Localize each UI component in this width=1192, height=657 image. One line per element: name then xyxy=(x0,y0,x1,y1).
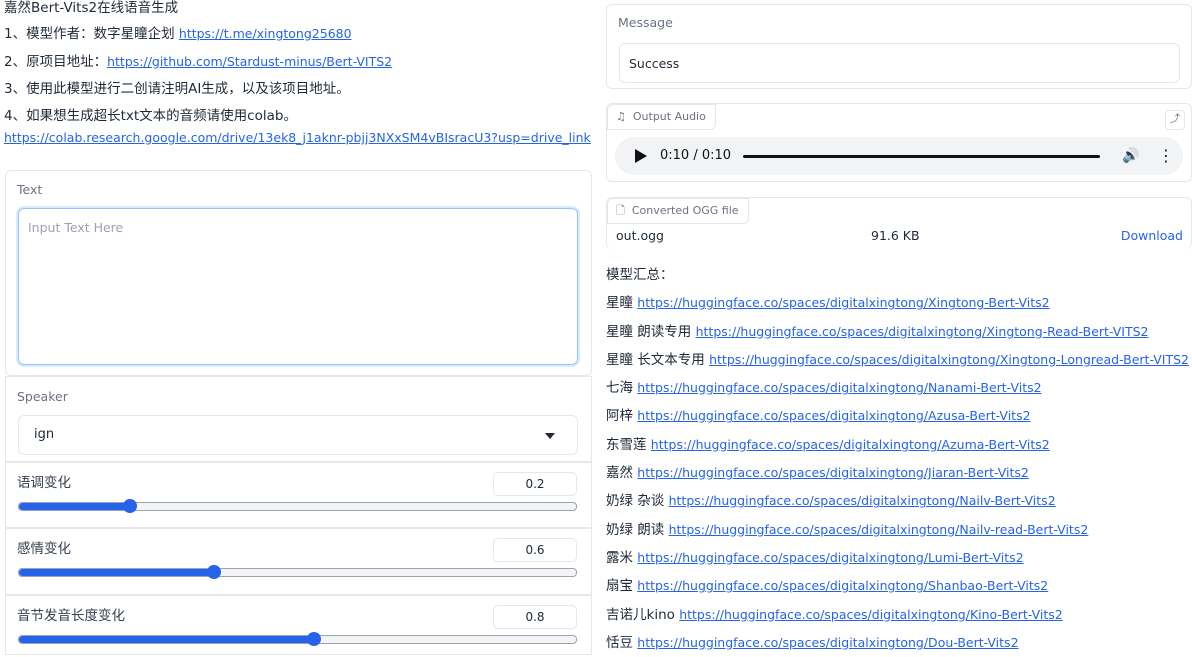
more-options-icon[interactable]: ⋮ xyxy=(1158,147,1174,165)
model-link[interactable]: https://huggingface.co/spaces/digitalxin… xyxy=(637,635,1018,650)
file-icon: 🗋 xyxy=(616,204,625,217)
author-link[interactable]: https://t.me/xingtong25680 xyxy=(179,26,352,41)
models-list: 模型汇总： 星瞳 https://huggingface.co/spaces/d… xyxy=(606,262,1192,657)
text-panel: Text Input Text Here xyxy=(5,170,592,376)
slider-pitch-input[interactable]: 0.2 xyxy=(493,472,577,496)
model-link[interactable]: https://huggingface.co/spaces/digitalxin… xyxy=(637,550,1023,565)
message-panel: Message Success xyxy=(606,4,1192,89)
model-link[interactable]: https://huggingface.co/spaces/digitalxin… xyxy=(696,324,1149,339)
slider-emotion-label: 感情变化 xyxy=(17,541,71,557)
message-label: Message xyxy=(618,15,673,30)
slider-pitch: 语调变化 0.2 xyxy=(5,462,592,528)
model-item: 星瞳 长文本专用 https://huggingface.co/spaces/d… xyxy=(606,351,1189,368)
model-link[interactable]: https://huggingface.co/spaces/digitalxin… xyxy=(637,408,1030,423)
file-size: 91.6 KB xyxy=(871,228,920,243)
model-link[interactable]: https://huggingface.co/spaces/digitalxin… xyxy=(669,522,1089,537)
output-audio-panel: ♫ Output Audio ⤴ 0:10 / 0:10 🔊 ⋮ xyxy=(606,103,1192,182)
slider-emotion-track[interactable] xyxy=(18,565,577,579)
message-output[interactable]: Success xyxy=(619,43,1180,83)
model-link[interactable]: https://huggingface.co/spaces/digitalxin… xyxy=(679,607,1063,622)
models-heading: 模型汇总： xyxy=(606,267,674,283)
model-link[interactable]: https://huggingface.co/spaces/digitalxin… xyxy=(709,352,1189,367)
slider-duration-input[interactable]: 0.8 xyxy=(493,605,577,629)
repo-link[interactable]: https://github.com/Stardust-minus/Bert-V… xyxy=(107,54,392,69)
download-link[interactable]: Download xyxy=(1121,228,1183,243)
intro-line-4: 4、如果想生成超长txt文本的音频请使用colab。 xyxy=(4,108,297,124)
model-item: 星瞳 https://huggingface.co/spaces/digital… xyxy=(606,295,1050,312)
model-item: 吉诺儿kino https://huggingface.co/spaces/di… xyxy=(606,606,1063,623)
model-link[interactable]: https://huggingface.co/spaces/digitalxin… xyxy=(637,578,1048,593)
speaker-label: Speaker xyxy=(17,389,68,404)
speaker-dropdown[interactable]: ign xyxy=(18,415,578,455)
music-note-icon: ♫ xyxy=(616,110,626,123)
play-icon[interactable] xyxy=(635,149,647,163)
converted-file-panel: 🗋 Converted OGG file out.ogg 91.6 KB Dow… xyxy=(606,197,1192,249)
model-item: 星瞳 朗读专用 https://huggingface.co/spaces/di… xyxy=(606,323,1149,340)
slider-pitch-label: 语调变化 xyxy=(17,475,71,491)
model-item: 嘉然 https://huggingface.co/spaces/digital… xyxy=(606,465,1029,482)
model-link[interactable]: https://huggingface.co/spaces/digitalxin… xyxy=(637,465,1029,480)
share-icon[interactable]: ⤴ xyxy=(1165,110,1185,130)
slider-duration-thumb[interactable] xyxy=(307,632,322,646)
model-link[interactable]: https://huggingface.co/spaces/digitalxin… xyxy=(637,380,1041,395)
audio-player[interactable]: 0:10 / 0:10 🔊 ⋮ xyxy=(615,137,1183,175)
left-column: 嘉然Bert-Vits2在线语音生成 1、模型作者：数字星瞳企划 https:/… xyxy=(0,0,592,655)
model-item: 扇宝 https://huggingface.co/spaces/digital… xyxy=(606,578,1049,595)
volume-icon[interactable]: 🔊 xyxy=(1122,148,1139,164)
intro-line-1: 1、模型作者：数字星瞳企划 https://t.me/xingtong25680 xyxy=(4,26,352,42)
speaker-value: ign xyxy=(34,427,55,442)
slider-pitch-thumb[interactable] xyxy=(123,499,138,513)
model-link[interactable]: https://huggingface.co/spaces/digitalxin… xyxy=(651,437,1050,452)
slider-emotion-thumb[interactable] xyxy=(206,565,221,579)
intro-line-2: 2、原项目地址：https://github.com/Stardust-minu… xyxy=(4,54,393,70)
slider-duration-label: 音节发音长度变化 xyxy=(17,608,125,624)
intro-line-3: 3、使用此模型进行二创请注明AI生成，以及该项目地址。 xyxy=(4,81,350,97)
file-row: out.ogg 91.6 KB Download xyxy=(616,228,1183,243)
speaker-panel: Speaker ign xyxy=(5,376,592,462)
model-item: 恬豆 https://huggingface.co/spaces/digital… xyxy=(606,634,1019,651)
text-input[interactable]: Input Text Here xyxy=(18,208,578,365)
file-name: out.ogg xyxy=(616,228,664,243)
slider-pitch-track[interactable] xyxy=(18,499,577,513)
model-link[interactable]: https://huggingface.co/spaces/digitalxin… xyxy=(669,493,1056,508)
slider-emotion: 感情变化 0.6 xyxy=(5,528,592,595)
slider-emotion-fill xyxy=(19,569,214,576)
model-item: 奶绿 杂谈 https://huggingface.co/spaces/digi… xyxy=(606,493,1056,510)
output-audio-chip: ♫ Output Audio xyxy=(607,104,716,130)
text-label: Text xyxy=(17,182,43,197)
intro-title: 嘉然Bert-Vits2在线语音生成 xyxy=(4,0,179,16)
intro-markdown: 嘉然Bert-Vits2在线语音生成 1、模型作者：数字星瞳企划 https:/… xyxy=(0,0,592,147)
audio-progress[interactable] xyxy=(743,155,1100,158)
converted-file-chip: 🗋 Converted OGG file xyxy=(607,198,749,224)
model-item: 奶绿 朗读 https://huggingface.co/spaces/digi… xyxy=(606,521,1089,538)
model-item: 露米 https://huggingface.co/spaces/digital… xyxy=(606,549,1024,566)
audio-time: 0:10 / 0:10 xyxy=(660,148,732,163)
slider-duration-track[interactable] xyxy=(18,632,577,646)
slider-duration: 音节发音长度变化 0.8 xyxy=(5,595,592,655)
model-item: 阿梓 https://huggingface.co/spaces/digital… xyxy=(606,408,1031,425)
colab-link[interactable]: https://colab.research.google.com/drive/… xyxy=(4,130,591,145)
slider-emotion-input[interactable]: 0.6 xyxy=(493,538,577,562)
model-item: 东雪莲 https://huggingface.co/spaces/digita… xyxy=(606,436,1050,453)
chevron-down-icon xyxy=(545,433,555,439)
slider-duration-fill xyxy=(19,636,315,643)
model-item: 七海 https://huggingface.co/spaces/digital… xyxy=(606,380,1042,397)
slider-pitch-fill xyxy=(19,503,131,510)
model-link[interactable]: https://huggingface.co/spaces/digitalxin… xyxy=(637,295,1049,310)
